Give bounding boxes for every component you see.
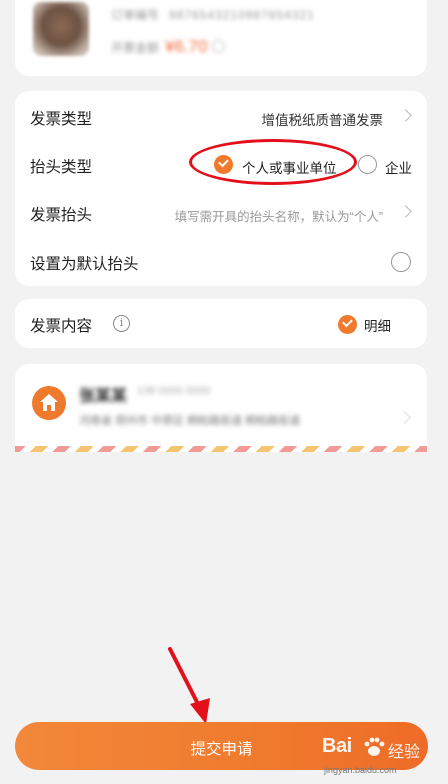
- order-number-row: 订单编号 9876543210987654321: [111, 6, 315, 23]
- invoice-type-label: 发票类型: [30, 111, 93, 128]
- default-header-radio[interactable]: [391, 252, 411, 272]
- invoice-amount-label: 开票金额: [111, 41, 160, 55]
- invoice-type-value: 增值税纸质普通发票: [261, 113, 384, 128]
- envelope-stripe: [15, 446, 427, 452]
- recipient-name: 张某某: [79, 388, 128, 405]
- order-number-value: 9876543210987654321: [169, 8, 315, 22]
- invoice-amount-value: ¥6.70: [165, 37, 208, 56]
- watermark-logo: Bai: [322, 735, 352, 757]
- order-card: 订单编号 9876543210987654321 开票金额 ¥6.70: [15, 0, 427, 76]
- watermark: Bai 经验 jingyan.baidu.com: [318, 731, 436, 781]
- invoice-content-card: 发票内容 i 明细: [15, 299, 427, 348]
- header-type-label: 抬头类型: [30, 159, 93, 176]
- detail-radio[interactable]: [338, 315, 357, 334]
- recipient-phone: 138 0000 0000: [137, 385, 211, 397]
- product-thumbnail: [33, 2, 89, 56]
- watermark-url: jingyan.baidu.com: [324, 765, 397, 775]
- home-icon: [32, 386, 66, 420]
- chevron-right-icon: [399, 109, 412, 122]
- invoice-header-label: 发票抬头: [30, 207, 93, 224]
- invoice-form-card: 发票类型 增值税纸质普通发票 抬头类型 个人或事业单位 企业 发票抬头 填写需开…: [15, 91, 427, 286]
- info-icon[interactable]: i: [113, 315, 130, 332]
- chevron-right-icon: [398, 411, 411, 424]
- default-header-row: 设置为默认抬头: [15, 240, 427, 280]
- detail-option-label[interactable]: 明细: [364, 315, 391, 335]
- enterprise-option-label[interactable]: 企业: [385, 157, 412, 177]
- invoice-content-label: 发票内容: [30, 318, 93, 335]
- watermark-suffix: 经验: [388, 744, 421, 761]
- address-card[interactable]: 张某某 138 0000 0000 河南省 郑州市 中原区 桐柏路街道 桐柏路街…: [15, 364, 427, 452]
- enterprise-radio[interactable]: [358, 155, 377, 174]
- invoice-amount-row: 开票金额 ¥6.70: [111, 37, 225, 57]
- chevron-right-icon: [399, 205, 412, 218]
- invoice-type-row[interactable]: 发票类型 增值税纸质普通发票: [15, 95, 427, 135]
- help-icon[interactable]: [211, 40, 225, 53]
- order-number-label: 订单编号: [111, 8, 160, 22]
- annotation-oval: [189, 139, 357, 185]
- default-header-label: 设置为默认抬头: [30, 256, 139, 273]
- invoice-header-input[interactable]: 填写需开具的抬头名称，默认为“个人”: [175, 206, 383, 225]
- address-detail: 河南省 郑州市 中原区 桐柏路街道 桐柏路街道: [79, 415, 301, 427]
- annotation-arrow-icon: [168, 647, 210, 724]
- invoice-header-row[interactable]: 发票抬头 填写需开具的抬头名称，默认为“个人”: [15, 191, 427, 231]
- paw-icon: [364, 737, 385, 756]
